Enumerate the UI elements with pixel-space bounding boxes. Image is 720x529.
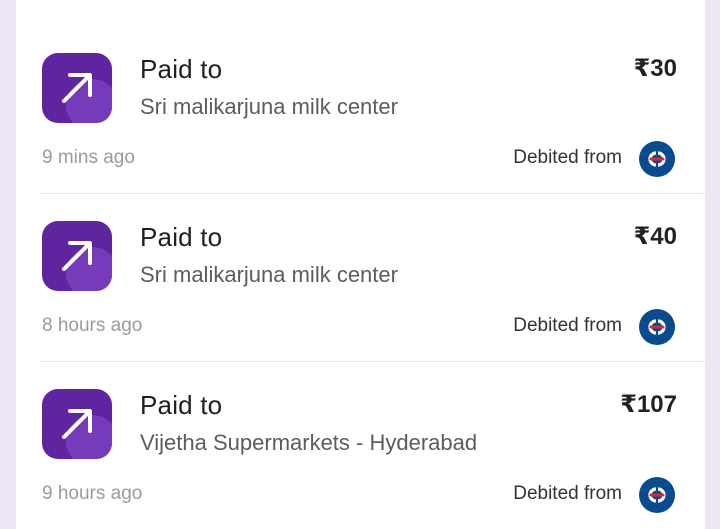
transaction-time: 8 hours ago: [42, 315, 143, 336]
transaction-time: 9 mins ago: [42, 147, 135, 168]
transaction-item[interactable]: Paid to Sri malikarjuna milk center ₹40 …: [16, 168, 705, 345]
arrow-up-right-icon: [42, 53, 112, 123]
transaction-title: Paid to: [140, 390, 223, 420]
transaction-time: 9 hours ago: [42, 483, 143, 504]
transaction-item[interactable]: Paid to Vijetha Supermarkets - Hyderabad…: [16, 336, 705, 513]
arrow-up-right-icon: [42, 221, 112, 291]
transaction-amount: ₹30: [633, 55, 677, 82]
arrow-up-right-icon: [42, 389, 112, 459]
bank-logo-icon: [639, 477, 675, 513]
transaction-title: Paid to: [140, 54, 223, 84]
debited-from-label: Debited from: [513, 483, 622, 504]
merchant-name: Sri malikarjuna milk center: [140, 262, 398, 287]
transaction-amount: ₹107: [620, 391, 677, 418]
debited-from-label: Debited from: [513, 147, 622, 168]
transaction-title: Paid to: [140, 222, 223, 252]
transaction-item[interactable]: Paid to Sri malikarjuna milk center ₹30 …: [16, 0, 705, 177]
merchant-name: Vijetha Supermarkets - Hyderabad: [140, 430, 478, 455]
debited-from-label: Debited from: [513, 315, 622, 336]
transaction-list: Paid to Sri malikarjuna milk center ₹30 …: [16, 0, 705, 529]
merchant-name: Sri malikarjuna milk center: [140, 94, 398, 119]
transaction-amount: ₹40: [633, 223, 677, 250]
